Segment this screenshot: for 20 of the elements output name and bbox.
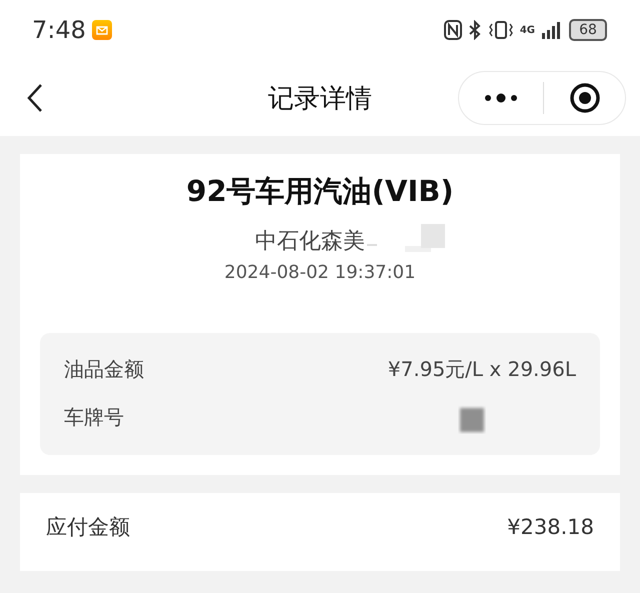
detail-label: 车牌号 bbox=[64, 404, 124, 430]
network-label: 4G bbox=[520, 24, 535, 36]
detail-label: 油品金额 bbox=[64, 356, 144, 382]
mail-icon bbox=[92, 20, 112, 40]
vibrate-icon bbox=[488, 20, 514, 40]
page-title: 记录详情 bbox=[268, 82, 372, 116]
nfc-icon bbox=[444, 20, 462, 40]
bluetooth-icon bbox=[468, 20, 482, 40]
status-time: 7:48 bbox=[32, 16, 86, 44]
record-datetime: 2024-08-02 19:37:01 bbox=[224, 262, 416, 283]
detail-value: ¥7.95元/L x 29.96L bbox=[388, 356, 576, 382]
back-icon[interactable] bbox=[26, 83, 44, 113]
signal-icon bbox=[541, 20, 563, 40]
more-icon[interactable] bbox=[483, 92, 520, 104]
close-icon[interactable] bbox=[568, 82, 601, 114]
payment-amount: ¥238.18 bbox=[507, 515, 594, 539]
payment-label: 应付金额 bbox=[46, 514, 130, 541]
station-name: 中石化森美 bbox=[255, 228, 365, 256]
product-name: 92号车用汽油(VIB) bbox=[186, 173, 454, 210]
battery-icon: 68 bbox=[569, 19, 607, 41]
